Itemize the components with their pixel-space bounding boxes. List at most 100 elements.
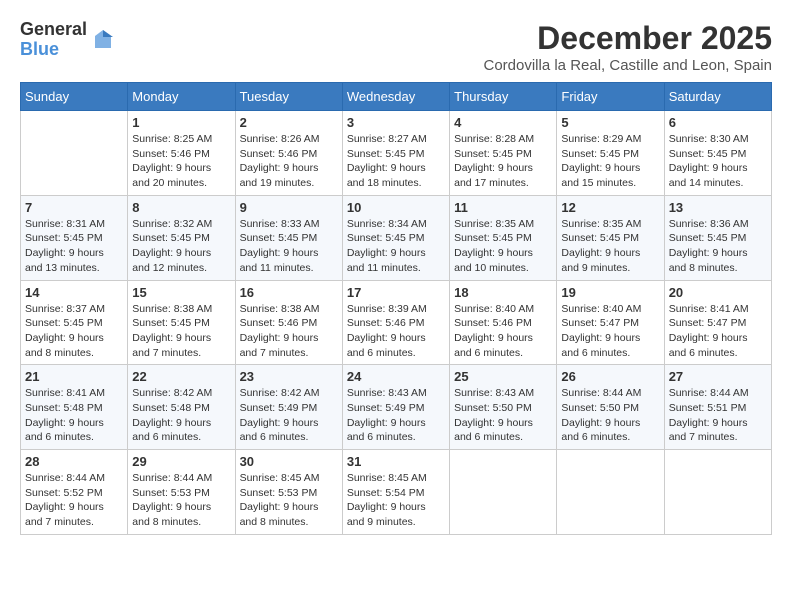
day-number: 25	[454, 369, 552, 384]
day-number: 4	[454, 115, 552, 130]
calendar-cell	[450, 450, 557, 535]
calendar-cell	[664, 450, 771, 535]
month-title: December 2025	[483, 20, 772, 57]
day-number: 15	[132, 285, 230, 300]
logo: General Blue	[20, 20, 115, 60]
day-info: Sunrise: 8:27 AM Sunset: 5:45 PM Dayligh…	[347, 132, 445, 191]
title-section: December 2025 Cordovilla la Real, Castil…	[483, 20, 772, 74]
calendar-cell: 29 Sunrise: 8:44 AM Sunset: 5:53 PM Dayli…	[128, 450, 235, 535]
day-number: 8	[132, 200, 230, 215]
day-number: 26	[561, 369, 659, 384]
day-info: Sunrise: 8:32 AM Sunset: 5:45 PM Dayligh…	[132, 217, 230, 276]
calendar-week-2: 7 Sunrise: 8:31 AM Sunset: 5:45 PM Daylig…	[21, 195, 772, 280]
day-info: Sunrise: 8:44 AM Sunset: 5:52 PM Dayligh…	[25, 471, 123, 530]
day-number: 10	[347, 200, 445, 215]
day-number: 31	[347, 454, 445, 469]
calendar-cell: 15 Sunrise: 8:38 AM Sunset: 5:45 PM Dayli…	[128, 280, 235, 365]
calendar-cell: 6Sunrise: 8:30 AM Sunset: 5:45 PM Daylig…	[664, 111, 771, 196]
day-info: Sunrise: 8:44 AM Sunset: 5:51 PM Dayligh…	[669, 386, 767, 445]
day-number: 17	[347, 285, 445, 300]
calendar-cell: 25 Sunrise: 8:43 AM Sunset: 5:50 PM Dayli…	[450, 365, 557, 450]
day-number: 9	[240, 200, 338, 215]
day-number: 7	[25, 200, 123, 215]
calendar-cell: 21 Sunrise: 8:41 AM Sunset: 5:48 PM Dayli…	[21, 365, 128, 450]
day-info: Sunrise: 8:45 AM Sunset: 5:54 PM Dayligh…	[347, 471, 445, 530]
calendar-cell	[557, 450, 664, 535]
day-number: 5	[561, 115, 659, 130]
day-info: Sunrise: 8:40 AM Sunset: 5:47 PM Dayligh…	[561, 302, 659, 361]
header-tuesday: Tuesday	[235, 83, 342, 111]
day-info: Sunrise: 8:25 AM Sunset: 5:46 PM Dayligh…	[132, 132, 230, 191]
calendar-week-3: 14 Sunrise: 8:37 AM Sunset: 5:45 PM Dayli…	[21, 280, 772, 365]
day-info: Sunrise: 8:34 AM Sunset: 5:45 PM Dayligh…	[347, 217, 445, 276]
calendar-cell: 14 Sunrise: 8:37 AM Sunset: 5:45 PM Dayli…	[21, 280, 128, 365]
logo-general: General	[20, 20, 87, 40]
calendar-week-5: 28 Sunrise: 8:44 AM Sunset: 5:52 PM Dayli…	[21, 450, 772, 535]
calendar-cell: 1 Sunrise: 8:25 AM Sunset: 5:46 PM Daylig…	[128, 111, 235, 196]
calendar-cell: 17Sunrise: 8:39 AM Sunset: 5:46 PM Dayli…	[342, 280, 449, 365]
day-number: 18	[454, 285, 552, 300]
day-info: Sunrise: 8:35 AM Sunset: 5:45 PM Dayligh…	[561, 217, 659, 276]
header-wednesday: Wednesday	[342, 83, 449, 111]
header-monday: Monday	[128, 83, 235, 111]
day-info: Sunrise: 8:31 AM Sunset: 5:45 PM Dayligh…	[25, 217, 123, 276]
day-number: 14	[25, 285, 123, 300]
logo-icon	[91, 28, 115, 52]
day-info: Sunrise: 8:33 AM Sunset: 5:45 PM Dayligh…	[240, 217, 338, 276]
calendar-cell: 23Sunrise: 8:42 AM Sunset: 5:49 PM Dayli…	[235, 365, 342, 450]
day-info: Sunrise: 8:40 AM Sunset: 5:46 PM Dayligh…	[454, 302, 552, 361]
calendar-cell: 5 Sunrise: 8:29 AM Sunset: 5:45 PM Daylig…	[557, 111, 664, 196]
day-number: 28	[25, 454, 123, 469]
day-info: Sunrise: 8:38 AM Sunset: 5:46 PM Dayligh…	[240, 302, 338, 361]
day-number: 19	[561, 285, 659, 300]
day-info: Sunrise: 8:41 AM Sunset: 5:48 PM Dayligh…	[25, 386, 123, 445]
day-info: Sunrise: 8:45 AM Sunset: 5:53 PM Dayligh…	[240, 471, 338, 530]
calendar-cell: 16Sunrise: 8:38 AM Sunset: 5:46 PM Dayli…	[235, 280, 342, 365]
calendar-cell: 7 Sunrise: 8:31 AM Sunset: 5:45 PM Daylig…	[21, 195, 128, 280]
day-info: Sunrise: 8:38 AM Sunset: 5:45 PM Dayligh…	[132, 302, 230, 361]
day-number: 1	[132, 115, 230, 130]
calendar-cell	[21, 111, 128, 196]
calendar-week-1: 1 Sunrise: 8:25 AM Sunset: 5:46 PM Daylig…	[21, 111, 772, 196]
header-sunday: Sunday	[21, 83, 128, 111]
day-info: Sunrise: 8:28 AM Sunset: 5:45 PM Dayligh…	[454, 132, 552, 191]
calendar-cell: 13Sunrise: 8:36 AM Sunset: 5:45 PM Dayli…	[664, 195, 771, 280]
calendar-cell: 8 Sunrise: 8:32 AM Sunset: 5:45 PM Daylig…	[128, 195, 235, 280]
day-number: 2	[240, 115, 338, 130]
day-info: Sunrise: 8:29 AM Sunset: 5:45 PM Dayligh…	[561, 132, 659, 191]
calendar-cell: 22 Sunrise: 8:42 AM Sunset: 5:48 PM Dayli…	[128, 365, 235, 450]
day-number: 30	[240, 454, 338, 469]
calendar-cell: 9 Sunrise: 8:33 AM Sunset: 5:45 PM Daylig…	[235, 195, 342, 280]
day-info: Sunrise: 8:36 AM Sunset: 5:45 PM Dayligh…	[669, 217, 767, 276]
day-info: Sunrise: 8:44 AM Sunset: 5:53 PM Dayligh…	[132, 471, 230, 530]
header-thursday: Thursday	[450, 83, 557, 111]
calendar-cell: 31 Sunrise: 8:45 AM Sunset: 5:54 PM Dayli…	[342, 450, 449, 535]
calendar-table: SundayMondayTuesdayWednesdayThursdayFrid…	[20, 82, 772, 535]
day-info: Sunrise: 8:42 AM Sunset: 5:48 PM Dayligh…	[132, 386, 230, 445]
day-info: Sunrise: 8:41 AM Sunset: 5:47 PM Dayligh…	[669, 302, 767, 361]
calendar-cell: 2 Sunrise: 8:26 AM Sunset: 5:46 PM Daylig…	[235, 111, 342, 196]
header-saturday: Saturday	[664, 83, 771, 111]
calendar-cell: 30 Sunrise: 8:45 AM Sunset: 5:53 PM Dayli…	[235, 450, 342, 535]
day-number: 21	[25, 369, 123, 384]
day-number: 29	[132, 454, 230, 469]
calendar-cell: 27Sunrise: 8:44 AM Sunset: 5:51 PM Dayli…	[664, 365, 771, 450]
calendar-cell: 12Sunrise: 8:35 AM Sunset: 5:45 PM Dayli…	[557, 195, 664, 280]
calendar-header-row: SundayMondayTuesdayWednesdayThursdayFrid…	[21, 83, 772, 111]
calendar-cell: 20Sunrise: 8:41 AM Sunset: 5:47 PM Dayli…	[664, 280, 771, 365]
day-info: Sunrise: 8:44 AM Sunset: 5:50 PM Dayligh…	[561, 386, 659, 445]
day-number: 22	[132, 369, 230, 384]
day-number: 11	[454, 200, 552, 215]
calendar-cell: 10 Sunrise: 8:34 AM Sunset: 5:45 PM Dayli…	[342, 195, 449, 280]
calendar-cell: 26 Sunrise: 8:44 AM Sunset: 5:50 PM Dayli…	[557, 365, 664, 450]
header-friday: Friday	[557, 83, 664, 111]
day-info: Sunrise: 8:30 AM Sunset: 5:45 PM Dayligh…	[669, 132, 767, 191]
day-info: Sunrise: 8:35 AM Sunset: 5:45 PM Dayligh…	[454, 217, 552, 276]
logo-blue: Blue	[20, 40, 87, 60]
day-number: 23	[240, 369, 338, 384]
day-info: Sunrise: 8:43 AM Sunset: 5:49 PM Dayligh…	[347, 386, 445, 445]
day-info: Sunrise: 8:37 AM Sunset: 5:45 PM Dayligh…	[25, 302, 123, 361]
day-info: Sunrise: 8:43 AM Sunset: 5:50 PM Dayligh…	[454, 386, 552, 445]
calendar-week-4: 21 Sunrise: 8:41 AM Sunset: 5:48 PM Dayli…	[21, 365, 772, 450]
day-info: Sunrise: 8:26 AM Sunset: 5:46 PM Dayligh…	[240, 132, 338, 191]
